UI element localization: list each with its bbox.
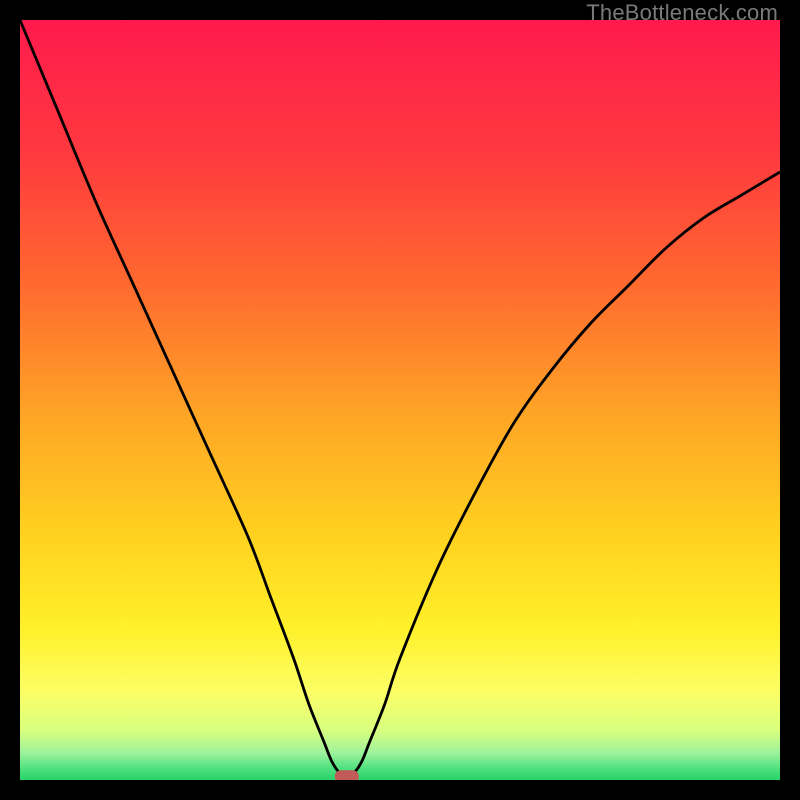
chart-background	[20, 20, 780, 780]
watermark-text: TheBottleneck.com	[586, 0, 778, 26]
optimal-marker	[335, 770, 359, 780]
bottleneck-chart	[20, 20, 780, 780]
